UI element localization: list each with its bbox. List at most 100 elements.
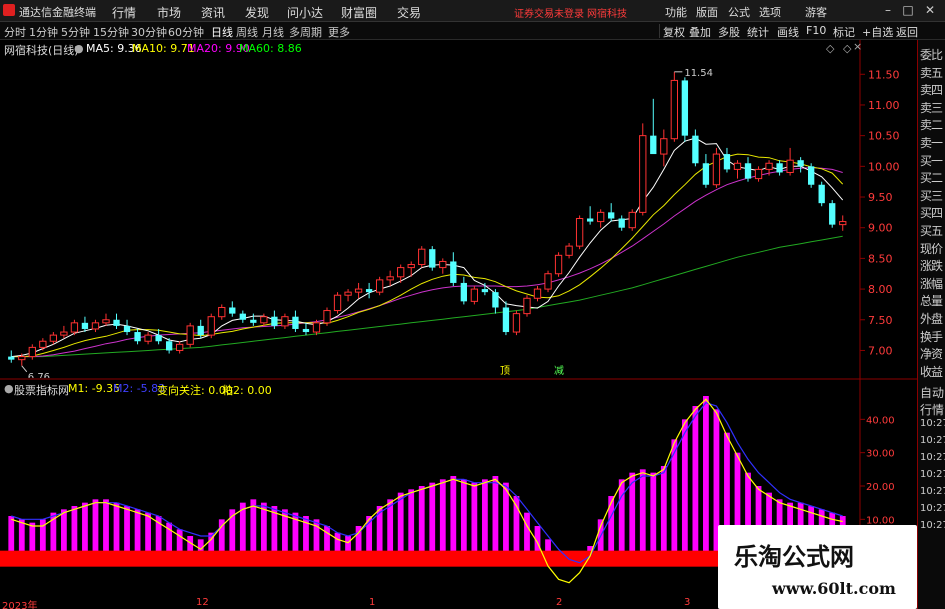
side-quote-label[interactable]: 卖一 xyxy=(920,134,943,151)
kline-chart[interactable]: 11.50 11.00 10.50 10.00 9.50 9.00 8.50 8.00 7.50… xyxy=(0,40,917,378)
side-tick-label[interactable]: 10:27 xyxy=(920,452,945,463)
menu-faxian[interactable]: 发现 xyxy=(245,4,269,21)
indicator-bar xyxy=(345,536,351,553)
add-watchlist-button[interactable]: +自选 xyxy=(862,24,893,39)
candle-body-down xyxy=(744,163,752,179)
legend-settings-icon[interactable]: ● xyxy=(74,42,84,55)
candle-body-up xyxy=(312,322,321,333)
menu-gongneng[interactable]: 功能 xyxy=(665,4,687,20)
candle-body-up xyxy=(839,221,847,226)
indicator-bar xyxy=(145,512,151,553)
tongji-button[interactable]: 统计 xyxy=(747,24,769,39)
period-monthly[interactable]: 月线 xyxy=(262,24,284,40)
menu-hangqing[interactable]: 行情 xyxy=(112,4,136,21)
price-tick-label: 11.50 xyxy=(868,68,900,81)
side-quote-label[interactable]: 外盘 xyxy=(920,310,943,327)
period-daily[interactable]: 日线 xyxy=(211,24,233,40)
side-quote-label[interactable]: 卖四 xyxy=(920,81,943,98)
side-tick-label[interactable]: 10:27 xyxy=(920,486,945,497)
period-1min[interactable]: 1分钟 xyxy=(29,24,58,40)
period-multi[interactable]: 多周期 xyxy=(289,24,322,40)
chart-toggle-icon[interactable]: ◇ xyxy=(826,42,834,55)
side-tick-label[interactable]: 10:27 xyxy=(920,435,945,446)
side-quote-label[interactable]: 涨跌 xyxy=(920,257,943,274)
indicator-bar xyxy=(408,489,415,553)
back-button[interactable]: 返回 xyxy=(896,24,918,39)
side-quote-label[interactable]: 换手 xyxy=(920,328,943,345)
period-weekly[interactable]: 周线 xyxy=(236,24,258,40)
chart-close-icon[interactable]: × xyxy=(853,40,862,53)
period-15min[interactable]: 15分钟 xyxy=(93,24,129,40)
side-quote-label[interactable]: 卖三 xyxy=(920,99,943,116)
menu-zixun[interactable]: 资讯 xyxy=(201,4,225,21)
indicator-legend: ● 股票指标网 M1: -9.35 M2: -5.83 变向关注: 0.00 粘… xyxy=(0,380,860,397)
duogu-button[interactable]: 多股 xyxy=(718,24,740,39)
menu-banmian[interactable]: 版面 xyxy=(696,4,718,20)
period-30min[interactable]: 30分钟 xyxy=(131,24,167,40)
f10-button[interactable]: F10 xyxy=(806,24,826,38)
side-quote-label[interactable]: 净资 xyxy=(920,345,943,362)
side-quote-label[interactable]: 涨幅 xyxy=(920,275,943,292)
side-tick-label[interactable]: 行情 xyxy=(920,401,944,418)
close-icon[interactable]: ✕ xyxy=(922,2,938,18)
candle-body-up xyxy=(733,162,742,170)
side-quote-label[interactable]: 买三 xyxy=(920,187,943,204)
indicator-settings-icon[interactable]: ● xyxy=(4,382,14,395)
side-tick-label[interactable]: 10:27 xyxy=(920,520,945,531)
diejia-button[interactable]: 叠加 xyxy=(689,24,711,39)
chart-toggle2-icon[interactable]: ◇ xyxy=(843,42,851,55)
candle-body-down xyxy=(797,160,804,167)
minimize-icon[interactable]: – xyxy=(880,2,896,18)
side-quote-label[interactable]: 委比 xyxy=(920,46,943,63)
trade-login-notice[interactable]: 证券交易未登录 xyxy=(514,5,584,20)
side-quote-label[interactable]: 收益 xyxy=(920,363,943,380)
huaxian-button[interactable]: 画线 xyxy=(777,24,799,39)
maximize-icon[interactable]: □ xyxy=(900,2,916,18)
side-tick-label[interactable]: 10:27 xyxy=(920,503,945,514)
indicator-bar xyxy=(29,522,36,553)
indicator-bar xyxy=(618,479,625,553)
candle-body-up xyxy=(554,254,563,275)
side-tick-label[interactable]: 10:27 xyxy=(920,469,945,480)
side-quote-label[interactable]: 买五 xyxy=(920,222,943,239)
candle-body-up xyxy=(344,291,352,296)
side-tick-label[interactable]: 自动 xyxy=(920,384,944,401)
menu-caifuquan[interactable]: 财富圈 xyxy=(341,4,377,21)
price-tick-label: 10.50 xyxy=(868,130,900,143)
side-quote-label[interactable]: 现价 xyxy=(920,240,943,257)
period-60min[interactable]: 60分钟 xyxy=(168,24,204,40)
candle-body-up xyxy=(91,322,100,330)
indicator-bar xyxy=(8,516,15,553)
side-quote-label[interactable]: 买二 xyxy=(920,169,943,186)
period-more[interactable]: 更多 xyxy=(328,24,350,40)
candle-body-up xyxy=(523,297,531,315)
side-quote-label[interactable]: 买一 xyxy=(920,152,943,169)
menu-jiaoyi[interactable]: 交易 xyxy=(397,4,421,21)
period-fenshi[interactable]: 分时 xyxy=(4,24,26,40)
candle-body-up xyxy=(418,248,426,266)
indicator-tick-label: 30.00 xyxy=(866,449,895,460)
candle-body-up xyxy=(281,316,289,327)
price-tick-label: 8.50 xyxy=(868,252,893,265)
stock-brand: 网宿科技 xyxy=(587,9,627,20)
xaxis-label: 3 xyxy=(684,597,691,608)
side-tick-label[interactable]: 10:27 xyxy=(920,418,945,429)
fuquan-button[interactable]: 复权 xyxy=(663,24,685,39)
biaoji-button[interactable]: 标记 xyxy=(833,24,855,39)
candle-body-up xyxy=(407,264,415,269)
side-quote-label[interactable]: 卖二 xyxy=(920,116,943,133)
candle-body-down xyxy=(492,292,499,308)
guest-user[interactable]: 游客 xyxy=(805,4,827,20)
menu-gongshi[interactable]: 公式 xyxy=(728,4,750,20)
indicator-bar xyxy=(113,502,120,553)
side-quote-label[interactable]: 总量 xyxy=(920,292,943,309)
side-quote-label[interactable]: 买四 xyxy=(920,204,943,221)
candle-body-up xyxy=(186,325,194,345)
period-5min[interactable]: 5分钟 xyxy=(61,24,90,40)
side-quote-label[interactable]: 卖五 xyxy=(920,64,943,81)
menu-shichang[interactable]: 市场 xyxy=(157,4,181,21)
indicator-bar xyxy=(660,466,667,553)
menu-wenxiaoda[interactable]: 问小达 xyxy=(287,4,323,21)
menu-xuanxiang[interactable]: 选项 xyxy=(759,4,781,20)
watermark-title: 乐淘公式网 xyxy=(734,542,854,571)
